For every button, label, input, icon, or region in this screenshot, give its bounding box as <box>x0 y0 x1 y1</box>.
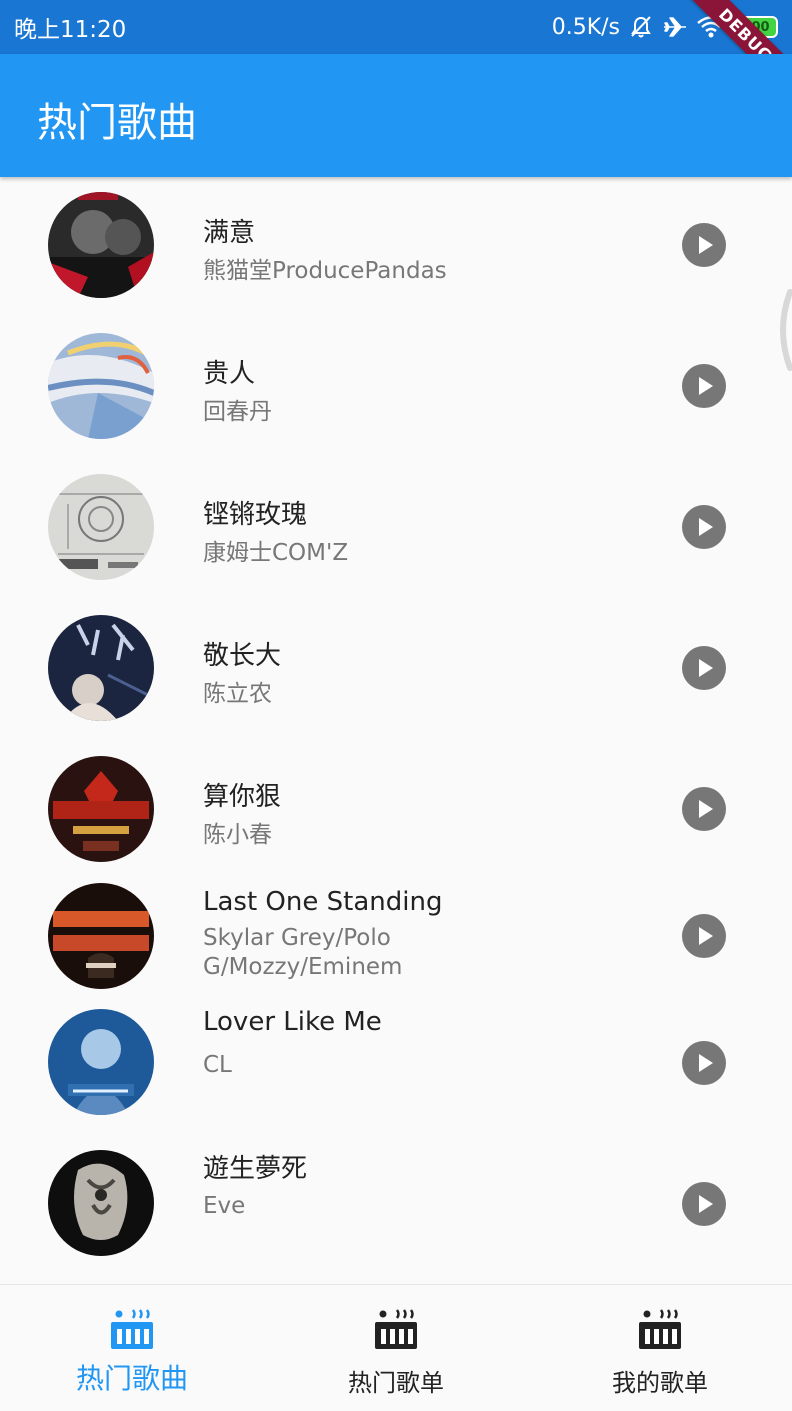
play-icon <box>699 1195 713 1213</box>
song-artist: 陈立农 <box>203 681 272 707</box>
nav-label: 热门歌曲 <box>75 1362 188 1395</box>
play-button[interactable] <box>682 505 726 549</box>
album-cover <box>48 756 154 862</box>
play-icon <box>699 927 713 945</box>
song-artist: Eve <box>203 1193 246 1219</box>
nav-tab-hot-playlists[interactable]: 热门歌单 <box>264 1285 528 1411</box>
song-artist: 陈小春 <box>203 822 272 848</box>
play-icon <box>699 518 713 536</box>
page-title: 热门歌曲 <box>37 100 197 146</box>
app-bar: 热门歌曲 <box>0 54 792 177</box>
song-artist: Skylar Grey/Polo G/Mozzy/Eminem <box>203 925 403 980</box>
nav-label: 热门歌单 <box>348 1369 444 1397</box>
song-list-item[interactable]: 铿锵玫瑰 康姆士COM'Z <box>0 460 792 601</box>
album-cover <box>48 615 154 721</box>
song-list-item[interactable]: 敬长大 陈立农 <box>0 601 792 742</box>
song-list-item[interactable]: Lover Like Me CL <box>0 1007 792 1150</box>
play-button[interactable] <box>682 914 726 958</box>
song-list-item[interactable]: 算你狠 陈小春 <box>0 742 792 883</box>
play-button[interactable] <box>682 787 726 831</box>
music-chart-icon <box>375 1309 417 1349</box>
album-cover <box>48 883 154 989</box>
play-button[interactable] <box>682 364 726 408</box>
status-bar: 晚上11:20 0.5K/s 100 <box>0 0 792 54</box>
play-icon <box>699 236 713 254</box>
status-time: 晚上11:20 <box>14 17 127 43</box>
bell-off-icon <box>628 14 654 40</box>
bottom-navigation: 热门歌曲 热门歌单 我的歌单 <box>0 1284 792 1411</box>
song-artist: 康姆士COM'Z <box>203 540 349 566</box>
play-icon <box>699 800 713 818</box>
play-button[interactable] <box>682 1182 726 1226</box>
album-cover <box>48 1150 154 1256</box>
song-title: Last One Standing <box>203 887 443 917</box>
album-cover <box>48 1009 154 1115</box>
song-title: 敬长大 <box>203 641 282 671</box>
play-icon <box>699 659 713 677</box>
song-artist: 回春丹 <box>203 399 272 425</box>
play-button[interactable] <box>682 223 726 267</box>
nav-tab-my-playlists[interactable]: 我的歌单 <box>528 1285 792 1411</box>
song-list[interactable]: 满意 熊猫堂ProducePandas 贵人 回春丹 铿锵玫瑰 康姆士COM'Z… <box>0 178 792 1283</box>
song-title: 贵人 <box>203 359 256 389</box>
album-cover <box>48 192 154 298</box>
play-icon <box>699 1054 713 1072</box>
song-artist: 熊猫堂ProducePandas <box>203 258 447 284</box>
play-icon <box>699 377 713 395</box>
song-artist: CL <box>203 1052 232 1078</box>
play-button[interactable] <box>682 1041 726 1085</box>
album-cover <box>48 333 154 439</box>
song-list-item[interactable]: Last One Standing Skylar Grey/Polo G/Moz… <box>0 883 792 1009</box>
nav-label: 我的歌单 <box>612 1369 708 1397</box>
song-title: 铿锵玫瑰 <box>203 500 308 530</box>
song-title: 满意 <box>203 218 256 248</box>
song-list-item[interactable]: 遊生夢死 Eve <box>0 1150 792 1283</box>
album-cover <box>48 474 154 580</box>
song-title: Lover Like Me <box>203 1007 382 1037</box>
song-title: 遊生夢死 <box>203 1154 308 1184</box>
music-chart-icon <box>111 1309 153 1349</box>
song-list-item[interactable]: 贵人 回春丹 <box>0 319 792 460</box>
nav-tab-hot-songs[interactable]: 热门歌曲 <box>0 1285 264 1411</box>
scroll-indicator[interactable] <box>768 288 792 372</box>
network-speed: 0.5K/s <box>551 14 620 40</box>
song-list-item[interactable]: 满意 熊猫堂ProducePandas <box>0 178 792 319</box>
airplane-icon <box>662 14 688 40</box>
play-button[interactable] <box>682 646 726 690</box>
song-title: 算你狠 <box>203 782 282 812</box>
music-chart-icon <box>639 1309 681 1349</box>
